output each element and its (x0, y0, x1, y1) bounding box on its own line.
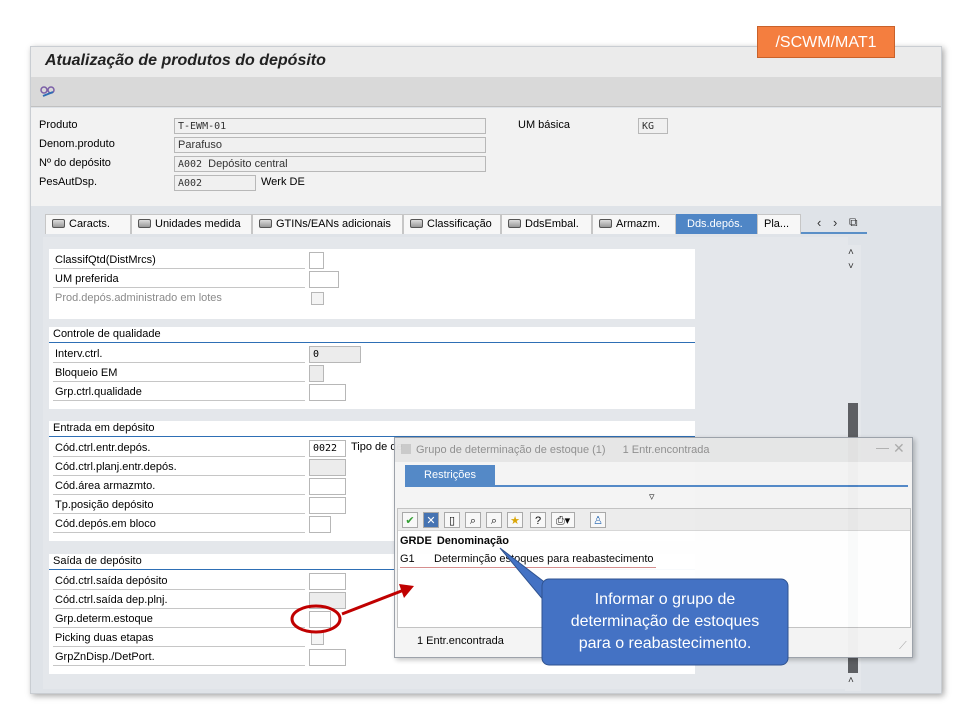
star-icon[interactable]: ★ (507, 512, 523, 528)
deposito-desc: Depósito central (208, 158, 288, 170)
tab-icon (410, 219, 423, 228)
tab-icon (138, 219, 151, 228)
tab-icon (52, 219, 65, 228)
tab-icon (508, 219, 521, 228)
cod-ctrl-saida-plnj-field[interactable] (309, 592, 346, 609)
col-denominacao: Denominação (436, 535, 509, 547)
row-classifqtd: ClassifQtd(DistMrcs) (49, 251, 695, 269)
row-prod-lotes: Prod.depós.administrado em lotes (49, 289, 695, 307)
row-interv-ctrl: Interv.ctrl. 0 (49, 345, 695, 363)
tab-next-icon[interactable]: › (833, 215, 837, 230)
pesaut-desc: Werk DE (261, 176, 305, 188)
filter-toggle-icon[interactable]: ▿ (649, 490, 655, 503)
transaction-code-tag: /SCWM/MAT1 (757, 26, 895, 58)
produto-field[interactable]: T-EWM-01 (174, 118, 486, 134)
scroll-up-icon[interactable]: ˄ (848, 247, 854, 258)
dialog-title-bar: Grupo de determinação de estoque (1) 1 E… (395, 438, 912, 462)
produto-label: Produto (39, 119, 78, 131)
scroll-down-icon[interactable]: ˅ (848, 261, 854, 272)
row-key: G1 (400, 553, 415, 565)
callout-text: Informar o grupo de determinação de esto… (570, 591, 760, 652)
tab-gtins[interactable]: GTINs/EANs adicionais (252, 214, 403, 234)
group-title: Entrada em depósito (49, 421, 695, 437)
lotes-checkbox[interactable] (311, 292, 324, 305)
tab-prev-icon[interactable]: ‹ (817, 215, 821, 230)
page-title: Atualização de produtos do depósito (45, 52, 326, 69)
row-desc: Determinção estoques para reabasteciment… (434, 553, 654, 565)
tab-unidades-medida[interactable]: Unidades medida (131, 214, 252, 234)
glasses-icon[interactable] (39, 84, 57, 100)
deposito-label: Nº do depósito (39, 157, 111, 169)
tab-icon (259, 219, 272, 228)
dialog-status: 1 Entr.encontrada (417, 635, 504, 647)
dialog-title: Grupo de determinação de estoque (1) (416, 444, 606, 456)
group-top: ClassifQtd(DistMrcs) UM preferida Prod.d… (49, 249, 695, 319)
um-basica-label: UM básica (518, 119, 570, 131)
minimize-icon[interactable]: — (876, 440, 889, 455)
picking-checkbox[interactable] (311, 632, 324, 645)
tab-list-icon[interactable]: ⧉ (849, 215, 858, 230)
help-icon[interactable]: ? (530, 512, 546, 528)
tab-restricoes[interactable]: Restrições (405, 465, 495, 487)
grpzndisp-field[interactable] (309, 649, 346, 666)
um-preferida-field[interactable] (309, 271, 339, 288)
checkmark-icon[interactable]: ✔ (402, 512, 418, 528)
application-toolbar (31, 77, 941, 107)
row-grp-ctrl-qualidade: Grp.ctrl.qualidade (49, 383, 695, 401)
cod-ctrl-entr-field[interactable]: 0022 (309, 440, 346, 457)
cod-ctrl-saida-field[interactable] (309, 573, 346, 590)
tab-pla[interactable]: Pla... (757, 214, 801, 234)
resize-grip-icon[interactable]: ⟋ (899, 640, 907, 653)
pesaut-field[interactable]: A002 (174, 175, 256, 191)
cod-depos-bloco-field[interactable] (309, 516, 331, 533)
grp-ctrl-qualidade-field[interactable] (309, 384, 346, 401)
row-bloqueio-em: Bloqueio EM (49, 364, 695, 382)
tab-armazm[interactable]: Armazm. (592, 214, 676, 234)
group-qualidade: Controle de qualidade Interv.ctrl. 0 Blo… (49, 327, 695, 409)
deposito-field[interactable]: A002 Depósito central (174, 156, 486, 172)
grp-determ-estoque-field[interactable] (309, 611, 331, 628)
group-title: Controle de qualidade (49, 327, 695, 343)
classifqtd-field[interactable] (309, 252, 324, 269)
tab-ddsembal[interactable]: DdsEmbal. (501, 214, 592, 234)
denom-label: Denom.produto (39, 138, 115, 150)
tab-dds-depos[interactable]: Dds.depós. (676, 214, 757, 234)
dialog-title-count: 1 Entr.encontrada (622, 444, 710, 456)
list-item[interactable]: G1 Determinção estoques para reabastecim… (400, 551, 656, 568)
document-icon[interactable]: ▯ (444, 512, 460, 528)
close-icon[interactable]: ✕ (893, 440, 905, 457)
cod-ctrl-planj-field[interactable] (309, 459, 346, 476)
interv-ctrl-field[interactable]: 0 (309, 346, 361, 363)
tab-classificacao[interactable]: Classificação (403, 214, 501, 234)
deposito-value: A002 (178, 159, 203, 170)
dialog-tabstrip: Restrições (405, 465, 908, 487)
tabstrip: Caracts. Unidades medida GTINs/EANs adic… (45, 214, 867, 234)
scroll-up-bottom-icon[interactable]: ˄ (848, 675, 854, 686)
find-icon[interactable]: ⌕ (465, 512, 481, 528)
tp-posicao-field[interactable] (309, 497, 346, 514)
pesaut-label: PesAutDsp. (39, 176, 98, 188)
denom-field[interactable]: Parafuso (174, 137, 486, 153)
cancel-icon[interactable]: ✕ (423, 512, 439, 528)
find-next-icon[interactable]: ⌕ (486, 512, 502, 528)
list-header: GRDE Denominação (400, 535, 509, 547)
cod-area-field[interactable] (309, 478, 346, 495)
list-toolbar: ✔ ✕ ▯ ⌕ ⌕ ★ ? ⎙▾ ♙ (398, 509, 910, 531)
bloqueio-em-field[interactable] (309, 365, 324, 382)
row-um-preferida: UM preferida (49, 270, 695, 288)
um-basica-field[interactable]: KG (638, 118, 668, 134)
user-icon[interactable]: ♙ (590, 512, 606, 528)
tab-caracts[interactable]: Caracts. (45, 214, 131, 234)
tab-icon (599, 219, 612, 228)
printer-icon[interactable]: ⎙▾ (551, 512, 575, 528)
window-icon (401, 444, 411, 454)
header-area: Produto T-EWM-01 UM básica KG Denom.prod… (31, 108, 941, 206)
col-grde: GRDE (400, 535, 432, 547)
